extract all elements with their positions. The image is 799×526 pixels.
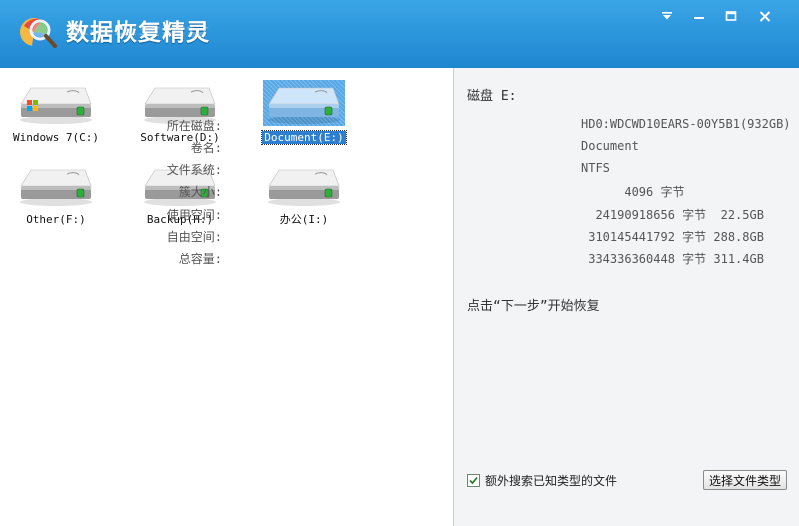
menu-dropdown-icon[interactable] bbox=[656, 6, 678, 26]
info-key: 文件系统: bbox=[166, 163, 222, 177]
info-key: 卷名: bbox=[190, 141, 222, 155]
drive-label: Other(F:) bbox=[26, 213, 86, 226]
drive-icon-wrap bbox=[263, 80, 345, 126]
hard-drive-icon bbox=[268, 169, 340, 206]
extra-search-option[interactable]: 额外搜索已知类型的文件 bbox=[467, 472, 617, 489]
drive-item[interactable]: 办公(I:) bbox=[252, 162, 356, 232]
info-value: 310145441792 字节 288.8GB bbox=[581, 230, 764, 244]
minimize-icon[interactable] bbox=[688, 6, 710, 26]
drive-item[interactable]: Document(E:) bbox=[252, 80, 356, 150]
info-key: 自由空间: bbox=[166, 230, 222, 244]
info-value: 334336360448 字节 311.4GB bbox=[581, 252, 764, 266]
drive-item[interactable]: Other(F:) bbox=[4, 162, 108, 232]
info-key: 总容量: bbox=[178, 252, 222, 266]
info-key: 使用空间: bbox=[166, 208, 222, 222]
drive-icon-wrap bbox=[15, 80, 97, 126]
info-value: 24190918656 字节 22.5GB bbox=[581, 208, 764, 222]
app-logo-icon bbox=[20, 18, 57, 48]
close-icon[interactable] bbox=[754, 6, 776, 26]
app-title-reflection: 数据恢复精灵 bbox=[66, 25, 210, 37]
disk-title: 磁盘 E: bbox=[467, 89, 517, 104]
hard-drive-icon bbox=[20, 87, 92, 124]
maximize-icon[interactable] bbox=[720, 6, 742, 26]
extra-search-checkbox[interactable] bbox=[467, 474, 480, 487]
info-key: 所在磁盘: bbox=[166, 119, 222, 133]
extra-search-label: 额外搜索已知类型的文件 bbox=[485, 474, 618, 488]
drive-label: Document(E:) bbox=[261, 130, 347, 145]
info-value: Document bbox=[581, 139, 639, 153]
checkmark-icon bbox=[469, 476, 478, 485]
hard-drive-icon bbox=[268, 87, 340, 124]
hard-drive-icon bbox=[20, 169, 92, 206]
title-bar: 数据恢复精灵 数据恢复精灵 bbox=[0, 0, 799, 68]
info-key: 簇大小: bbox=[178, 185, 222, 199]
drive-icon-wrap bbox=[263, 162, 345, 208]
info-value: NTFS bbox=[581, 161, 610, 175]
info-value: 4096 字节 bbox=[581, 185, 685, 199]
next-step-hint: 点击“下一步”开始恢复 bbox=[467, 299, 600, 314]
drive-item[interactable]: Windows 7(C:) bbox=[4, 80, 108, 150]
drive-label: 办公(I:) bbox=[279, 213, 329, 226]
drive-label: Windows 7(C:) bbox=[12, 131, 100, 144]
select-file-types-button[interactable]: 选择文件类型 bbox=[703, 470, 787, 490]
drive-icon-wrap bbox=[15, 162, 97, 208]
info-value: HD0:WDCWD10EARS-00Y5B1(932GB) bbox=[581, 117, 791, 131]
